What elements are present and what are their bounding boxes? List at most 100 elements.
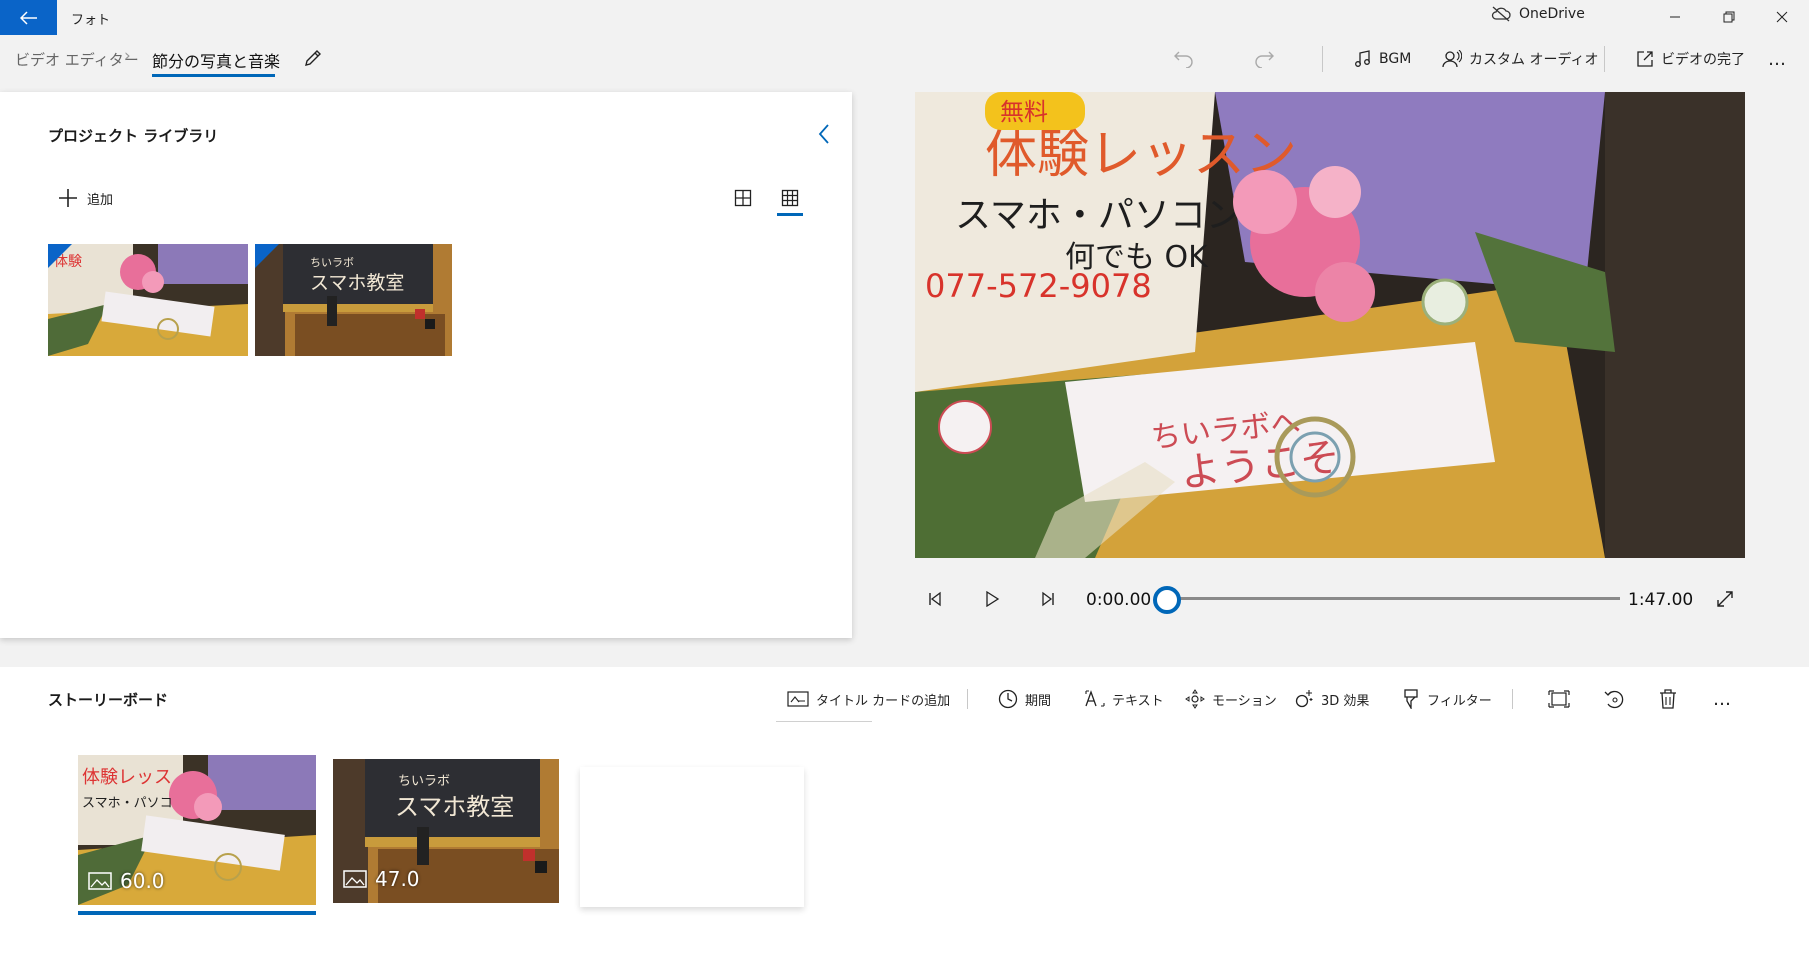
duration-label: 期間 xyxy=(1025,693,1052,709)
text-icon xyxy=(1085,690,1105,707)
add-media-button[interactable]: 追加 xyxy=(58,188,113,208)
close-icon xyxy=(1776,11,1788,23)
empty-storyboard-slot[interactable] xyxy=(580,767,804,907)
restore-icon xyxy=(1723,11,1735,23)
storyboard-clip[interactable]: 体験レッス スマホ・パソコ 60.0 xyxy=(78,755,316,905)
sparkle-effects-icon xyxy=(1295,690,1313,708)
storyboard-more-button[interactable]: … xyxy=(1708,685,1738,713)
person-voice-icon xyxy=(1442,50,1462,68)
custom-audio-button[interactable]: カスタム オーディオ xyxy=(1442,46,1598,72)
large-grid-view-button[interactable] xyxy=(729,186,757,210)
finish-video-button[interactable]: ビデオの完了 xyxy=(1636,46,1745,72)
add-title-card-button[interactable]: タイトル カードの追加 xyxy=(787,687,950,711)
trash-icon xyxy=(1660,689,1676,709)
expand-icon xyxy=(1717,591,1733,607)
video-preview[interactable]: 体験レッスン スマホ・パソコン 何でも OK 077-572-9078 無料 ち… xyxy=(915,92,1745,558)
step-forward-icon xyxy=(1042,591,1054,607)
custom-audio-label: カスタム オーディオ xyxy=(1469,52,1599,68)
storyboard-title: ストーリーボード xyxy=(48,691,169,709)
svg-text:スマホ・パソコン: スマホ・パソコン xyxy=(955,195,1242,236)
image-icon xyxy=(88,872,112,890)
play-icon xyxy=(986,591,1000,607)
total-time: 1:47.00 xyxy=(1628,590,1694,610)
grid-large-icon xyxy=(734,189,752,207)
step-back-icon xyxy=(929,591,941,607)
seek-bar-thumb[interactable] xyxy=(1153,586,1181,614)
rotate-button[interactable] xyxy=(1599,685,1629,713)
app-title: フォト xyxy=(71,13,111,28)
duration-button[interactable]: 期間 xyxy=(998,687,1051,711)
close-button[interactable] xyxy=(1755,0,1809,34)
resize-button[interactable] xyxy=(1544,685,1574,713)
restore-button[interactable] xyxy=(1702,0,1756,34)
clip-duration-label: 47.0 xyxy=(343,867,420,891)
svg-text:無料: 無料 xyxy=(1000,98,1048,126)
svg-text:ちいラボ: ちいラボ xyxy=(398,774,450,789)
collapse-library-button[interactable] xyxy=(816,122,832,146)
library-thumbnail-classroom[interactable]: ちいラボ スマホ教室 xyxy=(255,244,452,356)
seek-bar-track[interactable] xyxy=(1170,597,1620,600)
undo-icon xyxy=(1174,51,1193,68)
more-options-button[interactable]: … xyxy=(1768,46,1788,72)
bgm-button[interactable]: BGM xyxy=(1354,46,1411,72)
play-button[interactable] xyxy=(977,585,1007,613)
chevron-left-icon xyxy=(818,124,829,144)
minimize-button[interactable] xyxy=(1648,0,1702,34)
onedrive-status[interactable]: OneDrive xyxy=(1491,6,1585,22)
clip-duration-label: 60.0 xyxy=(88,869,165,893)
motion-icon xyxy=(1185,689,1205,709)
project-name: 節分の写真と音楽 xyxy=(152,52,281,71)
motion-button[interactable]: モーション xyxy=(1185,687,1277,711)
pencil-icon xyxy=(305,50,321,66)
clock-icon xyxy=(998,689,1018,709)
delete-button[interactable] xyxy=(1653,685,1683,713)
toolbar-divider xyxy=(1322,46,1323,72)
storyboard-divider xyxy=(1512,689,1513,709)
small-grid-view-button[interactable] xyxy=(776,186,804,210)
title-card-icon xyxy=(787,691,809,707)
onedrive-label: OneDrive xyxy=(1519,6,1585,22)
3d-effects-button[interactable]: 3D 効果 xyxy=(1294,687,1369,711)
project-name-underline xyxy=(152,74,275,77)
svg-text:スマホ教室: スマホ教室 xyxy=(310,272,404,294)
previous-frame-button[interactable] xyxy=(920,585,950,613)
back-button[interactable] xyxy=(0,0,57,35)
image-icon xyxy=(343,870,367,888)
text-button[interactable]: テキスト xyxy=(1085,687,1164,711)
grid-small-icon xyxy=(781,189,799,207)
view-selected-indicator xyxy=(777,213,803,216)
rename-project-button[interactable] xyxy=(302,47,324,69)
bgm-label: BGM xyxy=(1379,51,1412,67)
music-note-icon xyxy=(1355,50,1370,67)
library-thumbnail-flower[interactable]: 体験 xyxy=(48,244,248,356)
clip-duration: 60.0 xyxy=(120,869,165,893)
fullscreen-button[interactable] xyxy=(1710,585,1740,613)
3d-effects-label: 3D 効果 xyxy=(1321,693,1370,709)
storyboard-divider xyxy=(967,689,968,709)
filters-label: フィルター xyxy=(1427,693,1492,709)
text-label: テキスト xyxy=(1112,693,1164,709)
breadcrumb-video-editor[interactable]: ビデオ エディター xyxy=(15,49,139,70)
preview-image: 体験レッスン スマホ・パソコン 何でも OK 077-572-9078 無料 ち… xyxy=(915,92,1745,558)
filters-button[interactable]: フィルター xyxy=(1402,687,1492,711)
finish-video-label: ビデオの完了 xyxy=(1661,52,1745,68)
next-frame-button[interactable] xyxy=(1033,585,1063,613)
svg-text:スマホ教室: スマホ教室 xyxy=(395,793,514,821)
library-title: プロジェクト ライブラリ xyxy=(48,127,219,145)
minimize-icon xyxy=(1670,16,1680,18)
cloud-off-icon xyxy=(1491,6,1511,22)
current-time: 0:00.00 xyxy=(1086,590,1152,610)
toolbar-divider xyxy=(1604,46,1605,72)
motion-label: モーション xyxy=(1212,693,1277,709)
clip-selected-indicator xyxy=(78,911,316,915)
resize-icon xyxy=(1548,690,1570,708)
undo-button[interactable] xyxy=(1167,44,1201,72)
clip-duration: 47.0 xyxy=(375,867,420,891)
redo-button[interactable] xyxy=(1247,44,1281,72)
rotate-icon xyxy=(1604,690,1624,709)
storyboard-panel: ストーリーボード タイトル カードの追加 期間 テキスト モーション 3D 効果… xyxy=(0,667,1809,960)
share-export-icon xyxy=(1637,51,1653,67)
redo-icon xyxy=(1255,51,1274,68)
storyboard-clip[interactable]: ちいラボ スマホ教室 47.0 xyxy=(333,759,559,903)
arrow-left-icon xyxy=(19,10,37,25)
